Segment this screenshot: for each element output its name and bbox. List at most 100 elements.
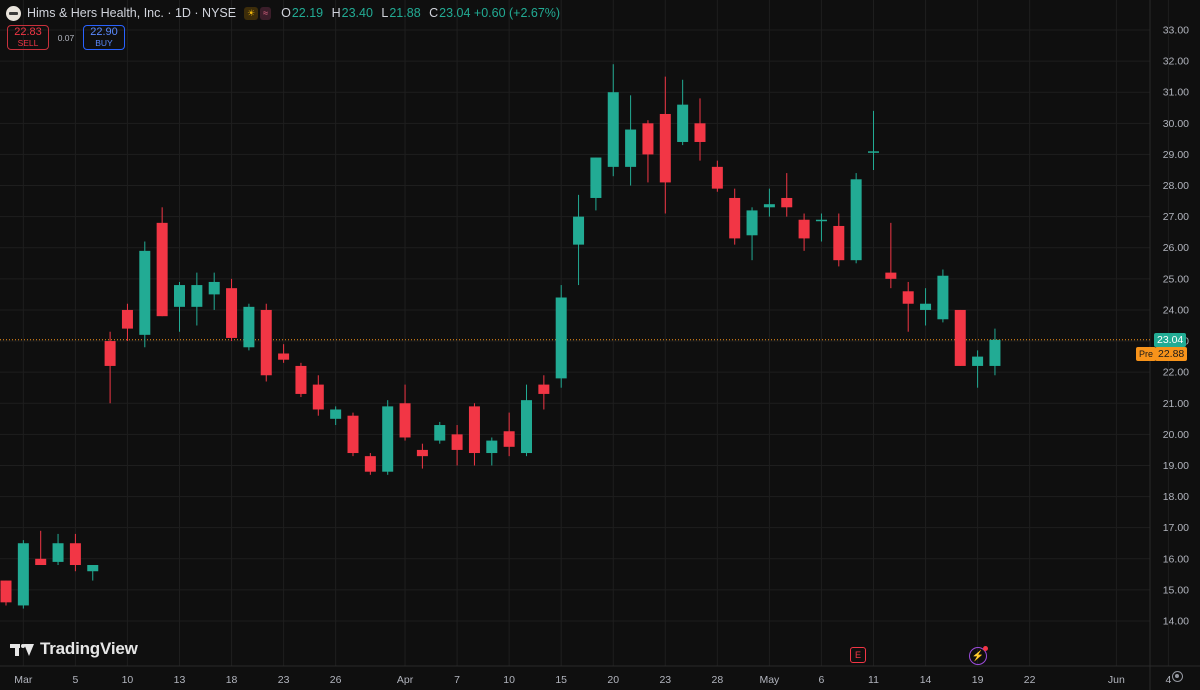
last-price-label: 23.04 [1154,333,1187,347]
candle-body [174,285,185,307]
candle-body [711,166,723,189]
candle-body [659,113,671,183]
candle-body [989,339,1001,366]
candle-body [937,275,949,320]
x-tick-label: 7 [454,674,460,686]
sell-price: 22.83 [14,26,42,38]
x-tick-label: 4 [1166,674,1172,686]
x-tick-label: 18 [226,674,238,686]
tradingview-mark-icon [10,641,36,657]
candle-body [729,197,741,239]
market-status-sun-icon[interactable]: ☀ [244,6,259,20]
candle-body [642,123,654,155]
candle-body [451,434,463,450]
candle-body [850,179,862,261]
candle-body [677,104,689,142]
candle-body [503,431,515,447]
y-tick-label: 19.00 [1163,460,1189,472]
candle-body [920,303,932,310]
settings-gear-icon[interactable] [1172,671,1183,682]
candle-body [434,425,446,441]
candle-body [781,197,793,208]
ohlc-high-key: H [331,6,341,20]
candle-body [972,356,984,366]
candle-body [868,151,879,153]
trade-panel: 22.83 SELL 0.07 22.90 BUY [7,25,125,50]
x-tick-label: 10 [122,674,134,686]
pre-market-tag: Pre [1136,347,1157,361]
candle-body [104,341,116,366]
candle-body [573,216,585,245]
x-tick-label: Jun [1108,674,1125,686]
candle-body [226,288,238,338]
candle-body [191,285,203,307]
data-feed-wave-icon[interactable]: ≈ [260,6,272,20]
x-tick-label: 22 [1024,674,1036,686]
ohlc-low-value: 21.88 [389,6,421,20]
candle-body [399,403,411,438]
candle-body [538,384,550,394]
y-tick-label: 32.00 [1163,56,1189,68]
buy-label: BUY [95,38,113,48]
spread-value: 0.07 [57,32,75,43]
tradingview-logo[interactable]: TradingView [10,639,138,659]
candle-body [694,123,706,142]
sell-button[interactable]: 22.83 SELL [7,25,49,50]
candle-body [139,250,151,335]
candle-body [278,353,290,360]
candle-body [347,415,359,454]
candle-body [243,306,255,348]
y-tick-label: 17.00 [1163,522,1189,534]
x-tick-label: 14 [920,674,932,686]
earnings-event-icon[interactable]: E [850,647,866,663]
y-tick-label: 14.00 [1163,616,1189,628]
candle-body [330,409,342,419]
candle-body [607,92,619,167]
candle-body [312,384,324,410]
y-tick-label: 25.00 [1163,273,1189,285]
candle-body [763,204,775,208]
candle-body [69,543,81,566]
y-tick-label: 30.00 [1163,118,1189,130]
lightning-event-icon[interactable]: ⚡ [969,646,988,665]
candle-body [156,222,168,317]
candle-body [815,219,827,222]
ohlc-open-key: O [281,6,291,20]
x-tick-label: 23 [659,674,671,686]
x-tick-label: 13 [174,674,186,686]
candle-body [121,309,133,329]
candle-body [208,281,220,295]
ohlc-open-value: 22.19 [291,6,324,20]
candle-body [260,309,272,376]
buy-button[interactable]: 22.90 BUY [83,25,125,50]
candle-body [0,580,12,603]
candle-body [295,365,307,394]
x-tick-label: 23 [278,674,290,686]
x-tick-label: 19 [972,674,984,686]
candle-body [382,406,394,472]
tradingview-logo-text: TradingView [40,639,138,658]
y-tick-label: 28.00 [1163,180,1189,192]
candle-body [555,297,567,379]
y-tick-label: 24.00 [1163,304,1189,316]
candle-body [468,406,480,454]
x-tick-label: 11 [868,674,879,686]
x-tick-label: May [759,674,780,686]
ohlc-values: O22.19 H23.40 L21.88 C23.04 +0.60 (+2.67… [281,6,565,20]
candle-body [590,157,602,198]
y-tick-label: 16.00 [1163,553,1189,565]
x-tick-label: Apr [397,674,414,686]
candlestick-chart[interactable]: 14.00 15.00 16.00 17.00 18.00 19.00 20.00 21.00… [0,0,1200,690]
sell-label: SELL [17,38,39,48]
symbol-title[interactable]: Hims & Hers Health, Inc. · 1D · NYSE [27,6,236,20]
candle-body [798,219,810,239]
buy-price: 22.90 [90,26,118,38]
y-tick-label: 26.00 [1163,242,1189,254]
x-tick-label: Mar [14,674,33,686]
y-tick-label: 22.00 [1163,367,1189,379]
candle-body [87,565,99,572]
candle-body [954,309,966,366]
y-tick-label: 15.00 [1163,584,1189,596]
notification-dot [983,646,988,651]
y-tick-label: 20.00 [1163,429,1189,441]
